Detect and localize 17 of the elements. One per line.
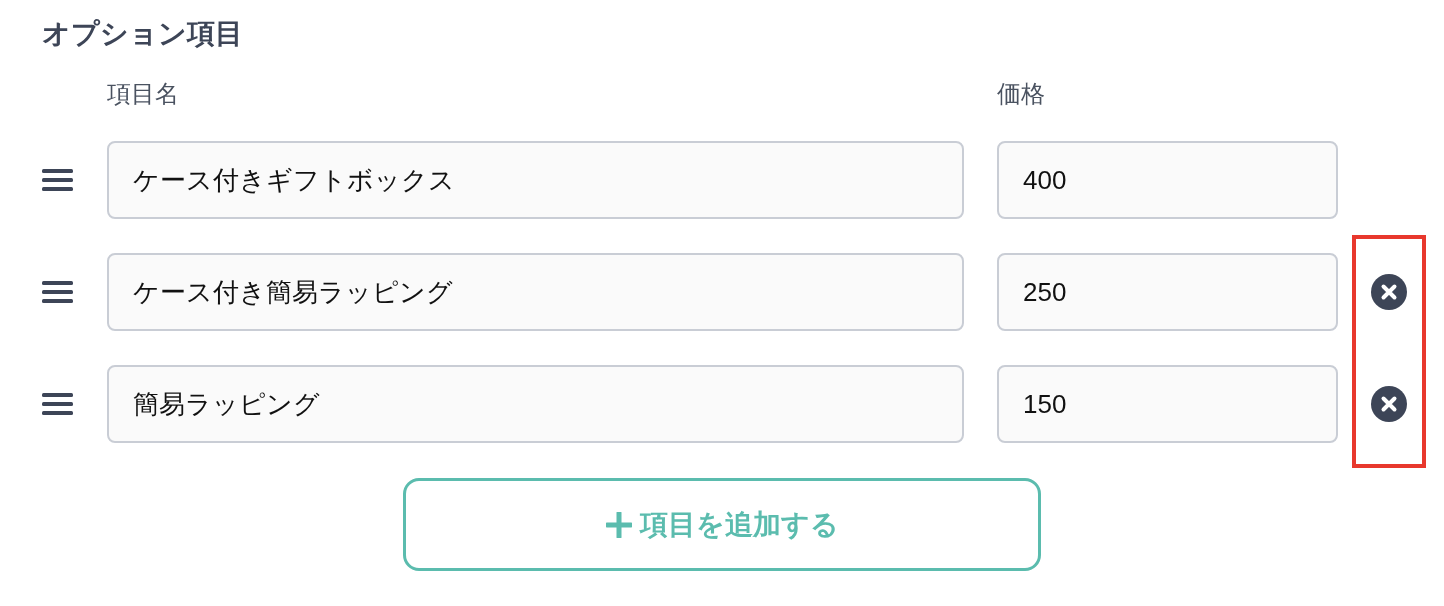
section-title: オプション項目: [42, 17, 243, 51]
drag-handle-icon[interactable]: [42, 281, 73, 303]
column-header: 価格: [997, 79, 1045, 109]
column-header: 項目名: [107, 79, 179, 109]
price-field[interactable]: 400: [997, 141, 1338, 219]
plus-icon: [605, 511, 632, 538]
drag-handle-icon[interactable]: [42, 393, 73, 415]
remove-button[interactable]: [1371, 274, 1407, 310]
name-field[interactable]: ケース付きギフトボックス: [107, 141, 964, 219]
price-field[interactable]: 150: [997, 365, 1338, 443]
price-field[interactable]: 250: [997, 253, 1338, 331]
remove-button[interactable]: [1371, 386, 1407, 422]
close-icon: [1371, 386, 1407, 422]
close-icon: [1371, 274, 1407, 310]
drag-handle-icon[interactable]: [42, 169, 73, 191]
name-field[interactable]: ケース付き簡易ラッピング: [107, 253, 964, 331]
name-field[interactable]: 簡易ラッピング: [107, 365, 964, 443]
